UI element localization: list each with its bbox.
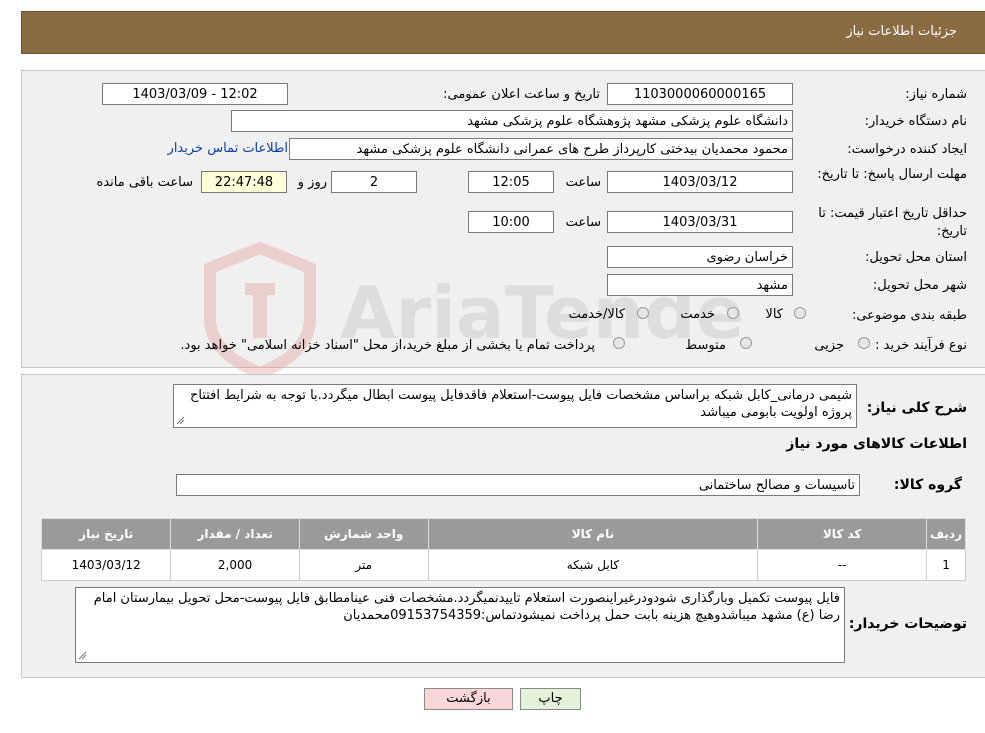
radio-goods-label: کالا — [765, 307, 783, 322]
col-item-name: نام کالا — [427, 518, 759, 550]
radio-minor-label: جزیی — [814, 338, 844, 353]
items-table: تاریخ نیاز تعداد / مقدار واحد شمارش نام … — [40, 518, 966, 581]
contact-info-link[interactable]: اطلاعات تماس خریدار — [168, 141, 288, 156]
page-header: جزئیات اطلاعات نیاز — [21, 11, 985, 54]
col-item-code: کد کالا — [757, 518, 928, 550]
deadline-date-field: 1403/03/12 — [607, 171, 793, 193]
process-label: نوع فرآیند خرید : — [875, 338, 967, 353]
validity-time-label: ساعت — [565, 215, 601, 230]
resize-grip-icon[interactable] — [78, 651, 87, 660]
resize-grip-icon[interactable] — [176, 416, 185, 425]
cell-need-date: 1403/03/12 — [40, 549, 172, 581]
deadline-label: مهلت ارسال پاسخ: تا تاریخ: — [817, 167, 967, 182]
creator-field: محمود محمدیان بیدختی کارپرداز طرح های عم… — [289, 138, 793, 160]
buyer-org-label: نام دستگاه خریدار: — [864, 114, 967, 129]
remaining-time-field: 22:47:48 — [201, 171, 287, 193]
print-button[interactable]: چاپ — [520, 688, 581, 710]
province-label: استان محل تحویل: — [865, 250, 967, 265]
table-header-row: تاریخ نیاز تعداد / مقدار واحد شمارش نام … — [40, 518, 966, 550]
items-section-title: اطلاعات کالاهای مورد نیاز — [786, 436, 967, 452]
radio-treasury[interactable] — [613, 337, 625, 349]
radio-medium[interactable] — [740, 337, 752, 349]
col-need-date: تاریخ نیاز — [40, 518, 172, 550]
creator-label: ایجاد کننده درخواست: — [847, 142, 967, 157]
back-button[interactable]: بازگشت — [424, 688, 513, 710]
category-label: طبقه بندی موضوعی: — [851, 308, 967, 323]
radio-goods[interactable] — [794, 307, 806, 319]
cell-unit: متر — [298, 549, 429, 581]
summary-label: شرح کلی نیاز: — [866, 400, 967, 416]
group-field: تاسیسات و مصالح ساختمانی — [176, 474, 860, 496]
col-unit: واحد شمارش — [298, 518, 429, 550]
deadline-time-label: ساعت — [565, 175, 601, 190]
validity-time-field: 10:00 — [468, 211, 554, 233]
summary-text: شیمی درمانی_کابل شبکه براساس مشخصات فایل… — [189, 388, 852, 420]
need-number-field: 1103000060000165 — [607, 83, 793, 105]
table-row: 1403/03/12 2,000 متر کابل شبکه -- 1 — [40, 549, 966, 581]
radio-goods-service[interactable] — [637, 307, 649, 319]
need-number-label: شماره نیاز: — [905, 87, 967, 102]
city-label: شهر محل تحویل: — [872, 278, 967, 293]
days-label: روز و — [297, 175, 327, 190]
radio-minor[interactable] — [858, 337, 870, 349]
announce-label: تاریخ و ساعت اعلان عمومی: — [443, 87, 600, 102]
buyer-org-field: دانشگاه علوم پزشکی مشهد پژوهشگاه علوم پز… — [231, 110, 793, 132]
cell-quantity: 2,000 — [170, 549, 300, 581]
buyer-notes-text: فایل پیوست تکمیل وبارگذاری شودودرغیراینص… — [93, 591, 840, 623]
col-row: ردیف — [926, 518, 966, 550]
process-note: پرداخت تمام یا بخشی از مبلغ خرید،از محل … — [180, 338, 595, 353]
validity-label: حداقل تاریخ اعتبار قیمت: تا تاریخ: — [818, 206, 967, 239]
cell-item-code: -- — [757, 549, 928, 581]
days-field: 2 — [331, 171, 417, 193]
col-quantity: تعداد / مقدار — [170, 518, 300, 550]
group-label: گروه کالا: — [893, 477, 962, 493]
summary-textarea[interactable]: شیمی درمانی_کابل شبکه براساس مشخصات فایل… — [173, 384, 857, 428]
radio-service-label: خدمت — [680, 307, 715, 322]
radio-service[interactable] — [727, 307, 739, 319]
radio-medium-label: متوسط — [685, 338, 726, 353]
announce-date-field: 1403/03/09 - 12:02 — [102, 83, 288, 105]
cell-item-name: کابل شبکه — [427, 549, 759, 581]
cell-row: 1 — [926, 549, 966, 581]
validity-date-field: 1403/03/31 — [607, 211, 793, 233]
radio-goods-service-label: کالا/خدمت — [568, 307, 625, 322]
remaining-label: ساعت باقی مانده — [96, 175, 193, 190]
city-field: مشهد — [607, 274, 793, 296]
deadline-time-field: 12:05 — [468, 171, 554, 193]
page-title: جزئیات اطلاعات نیاز — [846, 24, 957, 39]
buyer-notes-label: توضیحات خریدار: — [848, 616, 967, 632]
province-field: خراسان رضوی — [607, 246, 793, 268]
buyer-notes-textarea[interactable]: فایل پیوست تکمیل وبارگذاری شودودرغیراینص… — [75, 587, 845, 663]
